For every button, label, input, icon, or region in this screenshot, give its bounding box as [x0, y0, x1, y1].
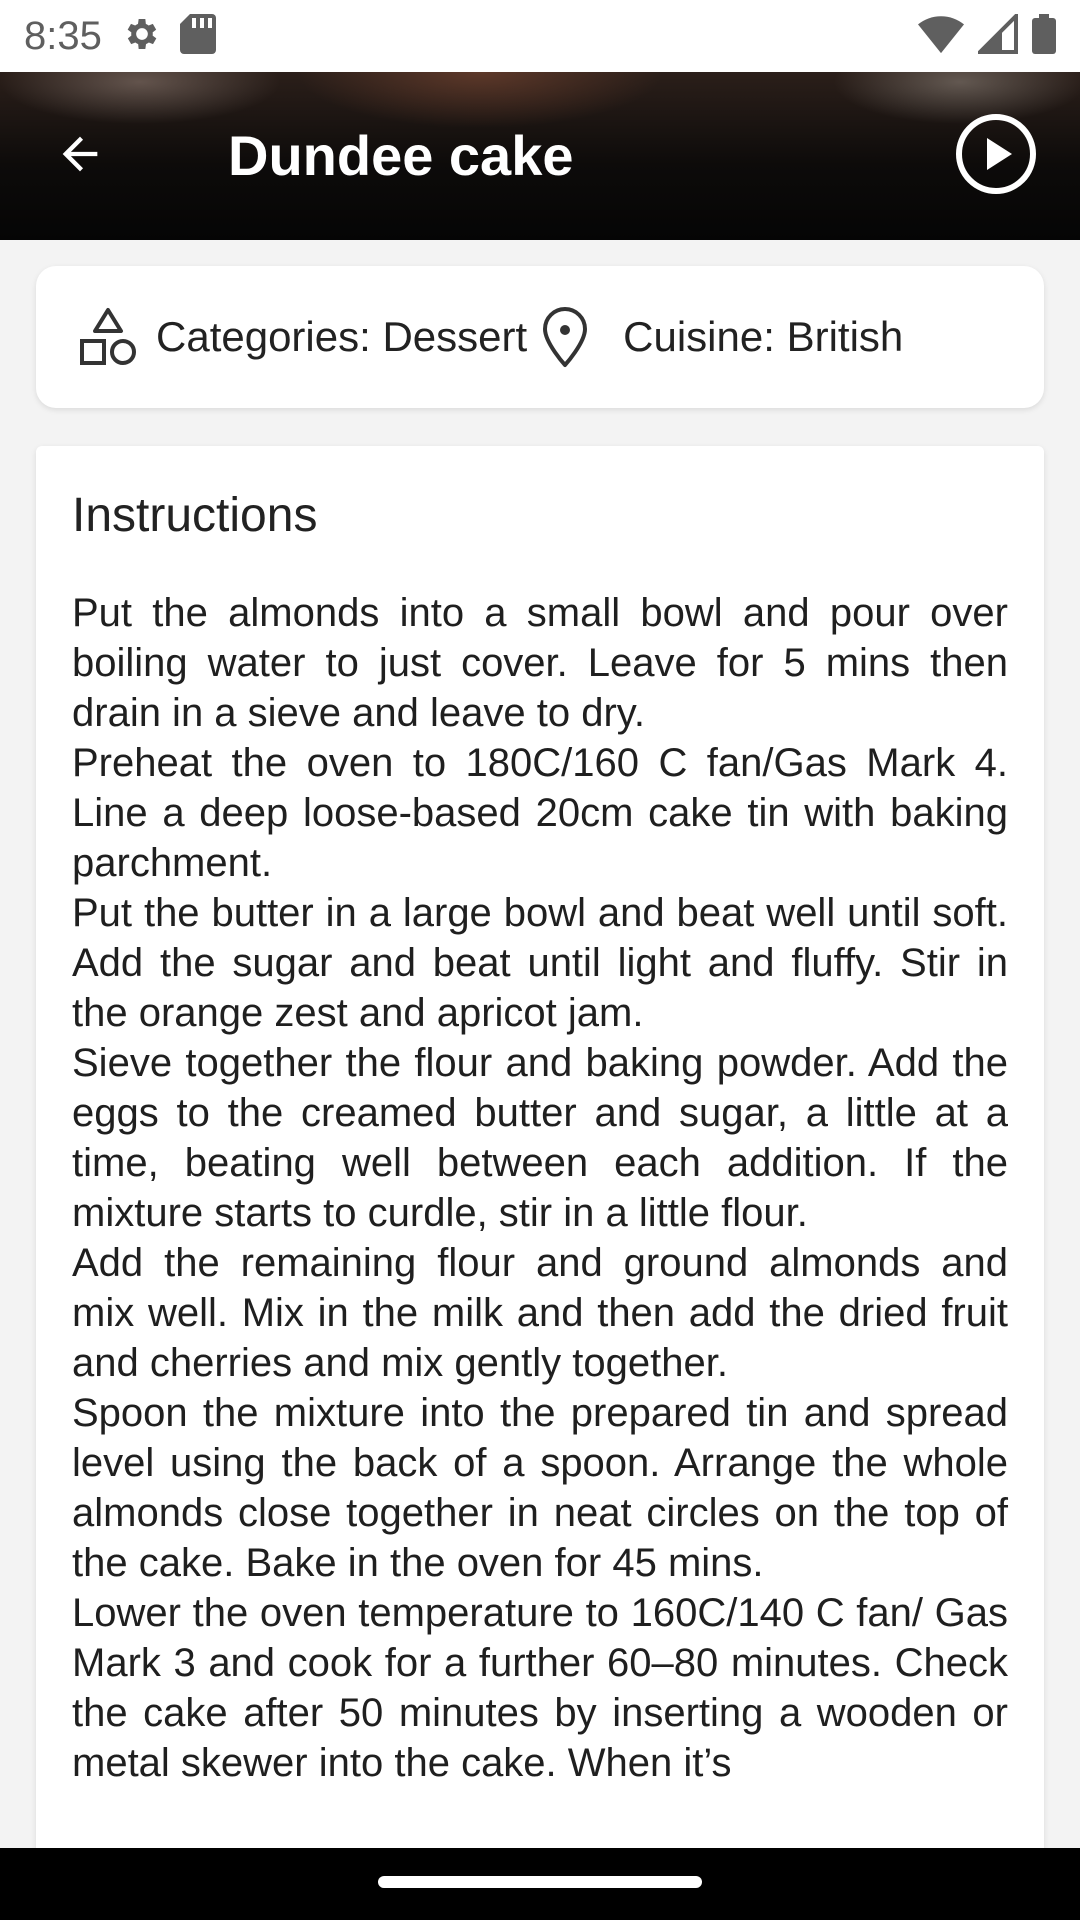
categories-label: Categories: Dessert — [156, 313, 528, 360]
arrow-left-icon — [54, 128, 106, 185]
status-left-icons — [122, 13, 216, 59]
signal-icon — [975, 10, 1018, 59]
home-gesture-handle[interactable] — [378, 1876, 702, 1888]
play-circle-icon — [954, 112, 1038, 201]
page-title: Dundee cake — [228, 124, 574, 187]
status-bar: 8:35 — [0, 0, 1080, 72]
battery-icon — [1032, 13, 1056, 59]
instructions-heading: Instructions — [72, 489, 318, 542]
instructions-text: Put the almonds into a small bowl and po… — [72, 591, 1008, 1785]
play-video-button[interactable] — [952, 112, 1040, 200]
recipe-header: Dundee cake — [0, 72, 1080, 240]
gear-icon — [122, 14, 162, 59]
shapes-icon — [76, 305, 140, 369]
sd-card-icon — [179, 13, 216, 59]
navigation-bar — [0, 1848, 1080, 1920]
location-pin-icon — [537, 305, 593, 369]
wifi-icon — [918, 14, 964, 59]
recipe-meta-card: Categories: Dessert Cuisine: British — [36, 266, 1044, 408]
status-right-icons — [918, 10, 1056, 59]
instructions-card: Instructions Put the almonds into a smal… — [36, 446, 1044, 1866]
status-time: 8:35 — [24, 13, 102, 58]
cuisine-label: Cuisine: British — [623, 313, 904, 360]
back-button[interactable] — [40, 116, 120, 196]
